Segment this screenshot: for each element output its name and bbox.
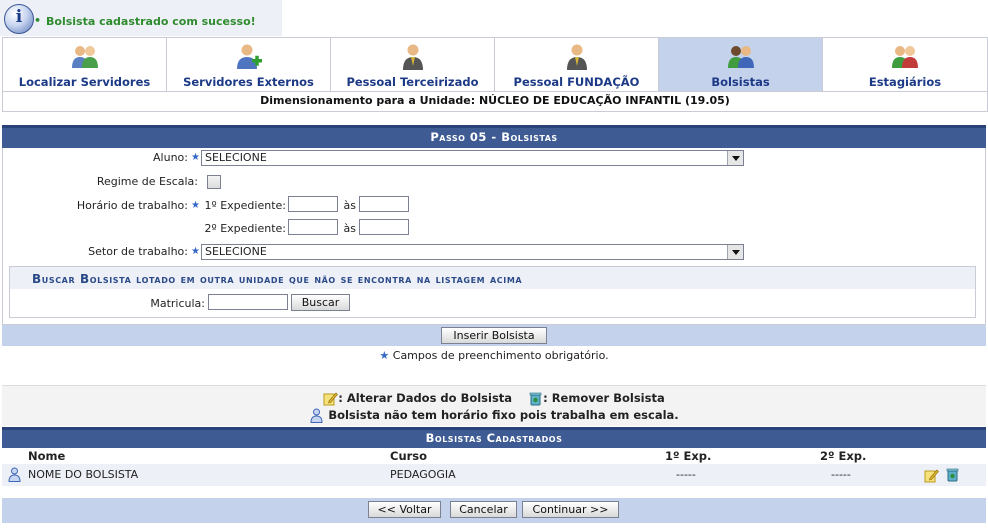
exp2-label: 2º Expediente:	[204, 222, 286, 235]
people-icon	[892, 46, 918, 68]
form-body: Aluno: ★ SELECIONE Regime de Escala: Hor…	[2, 148, 986, 325]
tab-pessoal-terceirizado[interactable]: Pessoal Terceirizado	[331, 38, 495, 91]
buscar-button[interactable]: Buscar	[291, 294, 350, 311]
tab-label: Servidores Externos	[183, 75, 314, 89]
person-icon	[8, 467, 21, 482]
required-star-icon: ★	[379, 349, 390, 362]
tab-estagiarios[interactable]: Estagiários	[823, 38, 987, 91]
aluno-select-value: SELECIONE	[205, 151, 267, 164]
header-exp2: 2º Exp.	[820, 449, 867, 463]
tab-bar: Localizar Servidores Servidores Externos…	[2, 37, 988, 92]
tab-localizar-servidores[interactable]: Localizar Servidores	[3, 38, 167, 91]
form-footer: Inserir Bolsista	[2, 325, 986, 346]
header-curso: Curso	[390, 449, 428, 463]
exp2-inicio-input[interactable]	[288, 219, 338, 235]
matricula-label: Matricula:	[150, 297, 205, 310]
tab-pessoal-fundacao[interactable]: Pessoal FUNDAÇÃO	[495, 38, 659, 91]
exp2-fim-input[interactable]	[359, 219, 409, 235]
person-icon	[310, 408, 323, 423]
legend-remover-text: : Remover Bolsista	[543, 391, 665, 405]
cell-exp1: -----	[676, 468, 696, 481]
required-star-icon: ★	[191, 152, 200, 163]
header-nome: Nome	[28, 449, 66, 463]
horario-label: Horário de trabalho:	[76, 199, 188, 212]
edit-icon	[323, 392, 339, 406]
dimensionamento-heading: Dimensionamento para a Unidade: NÚCLEO D…	[2, 91, 988, 112]
buscar-bolsista-title: Buscar Bolsista lotado em outra unidade …	[10, 267, 975, 289]
as-label: às	[343, 222, 356, 235]
edit-icon[interactable]	[924, 468, 939, 483]
exp1-label: 1º Expediente:	[204, 199, 286, 212]
tab-label: Localizar Servidores	[18, 75, 151, 89]
aluno-select[interactable]: SELECIONE	[201, 150, 744, 166]
legend-alterar-text: : Alterar Dados do Bolsista	[338, 391, 513, 405]
tab-label: Pessoal FUNDAÇÃO	[513, 75, 640, 89]
table-row: NOME DO BOLSISTA PEDAGOGIA ----- -----	[2, 464, 986, 486]
exp1-fim-input[interactable]	[359, 196, 409, 212]
legend-box: : Alterar Dados do Bolsista : Remover Bo…	[2, 385, 986, 426]
tab-servidores-externos[interactable]: Servidores Externos	[167, 38, 331, 91]
trash-icon[interactable]	[945, 467, 960, 482]
buscar-bolsista-panel: Buscar Bolsista lotado em outra unidade …	[9, 266, 976, 318]
tab-label: Pessoal Terceirizado	[346, 75, 479, 89]
success-message-box: i Bolsista cadastrado com sucesso!	[0, 0, 282, 36]
table-header: Nome Curso 1º Exp. 2º Exp.	[2, 448, 986, 464]
required-star-icon: ★	[191, 246, 200, 257]
matricula-input[interactable]	[208, 294, 288, 310]
form-caption: Passo 05 - Bolsistas	[2, 125, 986, 148]
as-label: às	[343, 199, 356, 212]
person-suit-icon	[402, 44, 423, 70]
cell-nome: NOME DO BOLSISTA	[28, 468, 139, 481]
required-fields-text: Campos de preenchimento obrigatório.	[392, 349, 609, 362]
person-add-icon	[236, 44, 262, 69]
setor-select[interactable]: SELECIONE	[201, 244, 744, 260]
voltar-button[interactable]: << Voltar	[368, 501, 441, 518]
person-suit-icon	[566, 44, 587, 70]
success-message-text: Bolsista cadastrado com sucesso!	[34, 14, 256, 28]
required-fields-note: ★ Campos de preenchimento obrigatório.	[0, 349, 988, 362]
tab-bolsistas[interactable]: Bolsistas	[659, 38, 823, 91]
tab-label: Bolsistas	[711, 75, 770, 89]
chevron-down-icon	[727, 151, 743, 165]
legend-escala-text: Bolsista não tem horário fixo pois traba…	[328, 408, 679, 422]
navigation-bar: << Voltar Cancelar Continuar >>	[2, 498, 986, 523]
regime-escala-checkbox[interactable]	[207, 175, 221, 189]
setor-label: Setor de trabalho:	[88, 245, 188, 258]
cancelar-button[interactable]: Cancelar	[450, 501, 517, 518]
tab-label: Estagiários	[868, 75, 942, 89]
legend-actions: : Alterar Dados do Bolsista : Remover Bo…	[2, 391, 986, 406]
regime-escala-label: Regime de Escala:	[96, 175, 198, 188]
cell-curso: PEDAGOGIA	[390, 468, 456, 481]
people-icon	[727, 46, 754, 68]
info-icon: i	[4, 4, 34, 34]
inserir-bolsista-button[interactable]: Inserir Bolsista	[441, 327, 547, 344]
trash-icon	[529, 392, 542, 406]
legend-escala: Bolsista não tem horário fixo pois traba…	[2, 408, 986, 423]
table-caption: Bolsistas Cadastrados	[2, 427, 986, 448]
cell-exp2: -----	[831, 468, 851, 481]
exp1-inicio-input[interactable]	[288, 196, 338, 212]
header-exp1: 1º Exp.	[665, 449, 712, 463]
chevron-down-icon	[727, 245, 743, 259]
continuar-button[interactable]: Continuar >>	[522, 501, 619, 518]
setor-select-value: SELECIONE	[205, 245, 267, 258]
people-search-icon	[71, 46, 98, 68]
aluno-label: Aluno:	[153, 151, 188, 164]
